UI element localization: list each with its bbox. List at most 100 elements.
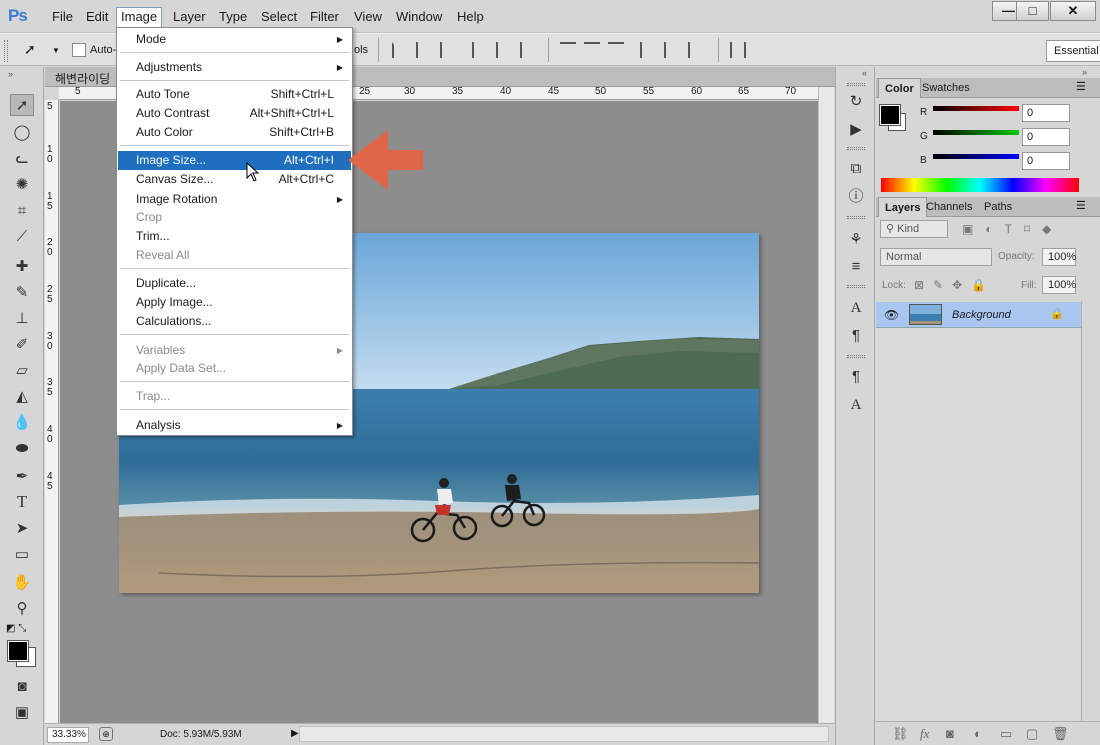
menu-item-image-size[interactable]: Image Size... Alt+Ctrl+I [118,151,351,170]
red-slider[interactable] [933,106,1019,111]
layers-scrollbar[interactable] [1081,301,1100,721]
fx-icon[interactable]: fx [920,726,929,742]
document-tab[interactable]: 해변라이딩 [55,70,110,87]
marquee-tool-icon[interactable]: ◯ [10,121,34,143]
menu-item-auto-contrast[interactable]: Auto Contrast Alt+Shift+Ctrl+L [118,104,351,123]
quick-mask-icon[interactable]: ◙ [10,675,34,697]
character-styles-icon[interactable]: ¶ [845,367,867,387]
menu-item-calculations[interactable]: Calculations... [118,312,351,331]
clone-stamp-tool-icon[interactable]: ⊥ [10,307,34,329]
lasso-tool-icon[interactable]: ᓚ [10,147,34,169]
eyedropper-tool-icon[interactable]: ⟋ [10,225,34,247]
horizontal-scrollbar[interactable] [299,726,829,742]
distribute-top-icon[interactable] [560,42,576,58]
red-value-input[interactable]: 0 [1022,104,1070,122]
menu-file[interactable]: File [50,8,75,26]
panel-menu-icon[interactable]: ☰ [1076,80,1086,93]
layer-filter-select[interactable]: ⚲ Kind [880,220,948,238]
brush-panel-icon[interactable]: ≡ [845,257,867,277]
distribute-left-icon[interactable] [640,42,656,58]
expand-icon[interactable]: » [1082,67,1087,77]
type-tool-icon[interactable]: T [10,491,34,513]
paragraph-panel-icon[interactable]: ¶ [845,326,867,346]
distribute-vcenter-icon[interactable] [584,42,600,58]
delete-layer-icon[interactable]: 🗑 [1052,726,1069,742]
tab-paths[interactable]: Paths [978,197,1018,217]
adjustment-layer-icon[interactable]: ◐ [974,726,982,741]
screen-mode-icon[interactable]: ▣ [10,701,34,723]
collapse-icon[interactable]: « [862,68,867,78]
quick-select-tool-icon[interactable]: ✺ [10,173,34,195]
export-icon[interactable]: ⊕ [99,727,113,741]
menu-item-analysis[interactable]: Analysis ▶ [118,416,351,435]
blend-mode-select[interactable]: Normal [880,248,992,266]
menu-item-trim[interactable]: Trim... [118,227,351,246]
panel-menu-icon[interactable]: ☰ [1076,199,1086,212]
align-left-icon[interactable] [472,42,488,58]
menu-item-auto-color[interactable]: Auto Color Shift+Ctrl+B [118,123,351,142]
menu-select[interactable]: Select [259,8,299,26]
new-group-icon[interactable]: ▭ [1000,726,1012,742]
actions-panel-icon[interactable]: ▶ [845,120,867,140]
distribute-bottom-icon[interactable] [608,42,624,58]
history-panel-icon[interactable]: ↻ [845,92,867,112]
layer-name[interactable]: Background [952,309,1011,321]
menu-edit[interactable]: Edit [84,8,110,26]
collapse-icon[interactable]: » [8,69,13,79]
link-layers-icon[interactable]: ⛓ [892,726,909,742]
adjustments-panel-icon[interactable]: ⧉ [845,159,867,179]
pen-tool-icon[interactable]: ✒ [10,465,34,487]
healing-brush-tool-icon[interactable]: ✚ [10,255,34,277]
dock-grip[interactable] [847,355,865,358]
move-tool-icon[interactable]: ➚ [24,41,36,58]
move-tool-icon[interactable]: ➚ [10,94,34,116]
menu-item-mode[interactable]: Mode ▶ [118,30,351,49]
options-grip[interactable] [4,40,8,62]
brush-presets-icon[interactable]: ⚘ [845,230,867,250]
vertical-ruler[interactable]: 5 10 15 20 25 30 35 40 45 [45,100,59,723]
workspace-switcher[interactable]: Essential [1046,40,1100,62]
zoom-tool-icon[interactable]: ⚲ [10,597,34,619]
layer-row-background[interactable]: 👁 Background 🔒 [876,302,1081,328]
dock-grip[interactable] [847,147,865,150]
hand-tool-icon[interactable]: ✋ [10,571,34,593]
align-right-icon[interactable] [520,42,536,58]
lock-icons[interactable]: ⊠✎✥🔒 [914,278,995,292]
tab-swatches[interactable]: Swatches [916,78,976,98]
menu-item-auto-tone[interactable]: Auto Tone Shift+Ctrl+L [118,85,351,104]
eye-icon[interactable]: 👁 [884,308,899,322]
layer-mask-icon[interactable]: ◙ [946,726,954,741]
chevron-down-icon[interactable]: ▼ [52,46,60,55]
color-spectrum-bar[interactable] [881,178,1079,192]
distribute-hcenter-icon[interactable] [664,42,680,58]
dodge-tool-icon[interactable]: ⬬ [10,437,34,459]
paragraph-styles-icon[interactable]: A [845,395,867,415]
tab-color[interactable]: Color [878,78,921,98]
dock-grip[interactable] [847,83,865,86]
menu-layer[interactable]: Layer [171,8,208,26]
green-slider[interactable] [933,130,1019,135]
menu-item-image-rotation[interactable]: Image Rotation ▶ [118,190,351,209]
character-panel-icon[interactable]: A [845,298,867,318]
crop-tool-icon[interactable]: ⌗ [10,199,34,221]
fill-input[interactable]: 100% [1042,276,1076,294]
align-vcenter-icon[interactable] [416,42,432,58]
menu-item-canvas-size[interactable]: Canvas Size... Alt+Ctrl+C [118,170,351,189]
dock-grip[interactable] [847,285,865,288]
align-top-icon[interactable] [392,42,408,58]
menu-type[interactable]: Type [217,8,249,26]
filter-icons[interactable]: ▣◐T⌑◆ [962,222,1063,236]
blur-tool-icon[interactable]: 💧 [10,411,34,433]
menu-image[interactable]: Image [116,7,163,29]
rectangle-tool-icon[interactable]: ▭ [10,543,34,565]
align-bottom-icon[interactable] [440,42,456,58]
maximize-button[interactable]: □ [1016,1,1049,21]
new-layer-icon[interactable]: ▢ [1026,726,1038,742]
vertical-scrollbar[interactable] [818,87,834,723]
blue-value-input[interactable]: 0 [1022,152,1070,170]
menu-window[interactable]: Window [394,8,444,26]
auto-align-icon[interactable] [730,42,746,58]
menu-filter[interactable]: Filter [308,8,341,26]
status-arrow-icon[interactable]: ▶ [291,728,299,739]
info-panel-icon[interactable]: ⓘ [845,187,867,207]
